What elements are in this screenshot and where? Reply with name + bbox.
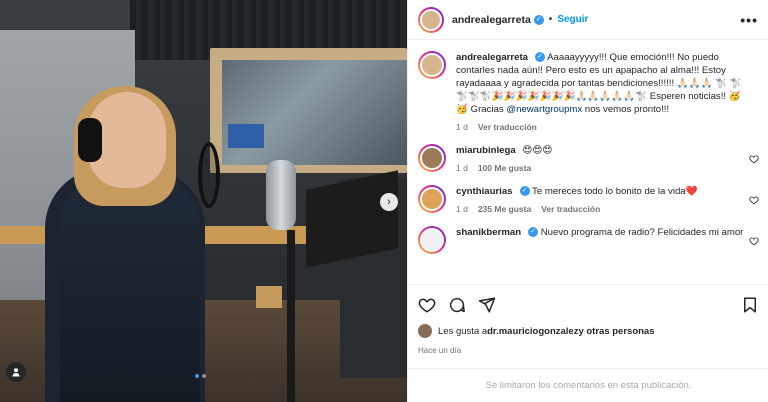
share-send-icon[interactable] [478, 296, 496, 314]
likes-others-link[interactable]: y otras personas [578, 326, 654, 337]
likes-user-link[interactable]: dr.mauriciogonzalez [487, 326, 578, 337]
avatar[interactable] [418, 51, 446, 79]
pop-filter [198, 142, 220, 208]
caption-username[interactable]: andrealegarreta [456, 52, 528, 63]
post-timestamp[interactable]: Hace un día [418, 346, 461, 355]
comment-bubble-icon[interactable] [448, 296, 466, 314]
studio-window-glass [222, 60, 407, 165]
carousel-dots [195, 374, 206, 378]
avatar[interactable] [418, 226, 446, 254]
comment-likes[interactable]: 235 Me gusta [478, 204, 531, 214]
studio-sign [228, 124, 264, 148]
caption-time: 1 d [456, 122, 468, 132]
amplifier [256, 286, 282, 308]
comment-username[interactable]: shanikberman [456, 227, 521, 238]
avatar[interactable] [418, 185, 446, 213]
translate-link[interactable]: Ver traducción [541, 204, 600, 214]
comment-text: Nuevo programa de radio? Felicidades mi … [540, 227, 744, 238]
caption: andrealegarreta ✓ Aaaaayyyyy!!! Que emoci… [418, 51, 759, 132]
comment-item: shanikberman ✓ Nuevo programa de radio? F… [418, 226, 759, 254]
tagged-users-button[interactable] [6, 362, 26, 382]
caption-meta: 1 d Ver traducción [456, 122, 746, 132]
caption-text-end: nos vemos pronto!!! [582, 104, 670, 115]
comment-time: 1 d [456, 204, 468, 214]
person-icon [12, 368, 20, 377]
post-author-username[interactable]: andrealegarreta [452, 14, 531, 26]
heart-outline-icon[interactable] [749, 154, 759, 164]
verified-badge-icon: ✓ [533, 14, 544, 25]
comment-item: miarubinlega 😍😍😍 1 d 100 Me gusta [418, 144, 759, 173]
follow-button[interactable]: Seguir [557, 14, 588, 25]
comment-text: Te mereces todo lo bonito de la vida❤️ [532, 186, 698, 197]
verified-badge-icon: ✓ [528, 227, 539, 238]
mention-link[interactable]: @newartgroupmx [506, 104, 582, 115]
separator-dot: • [548, 14, 553, 25]
verified-badge-icon: ✓ [535, 52, 545, 63]
more-options-icon[interactable]: ••• [740, 12, 758, 28]
headphones [78, 118, 102, 162]
avatar[interactable] [418, 6, 444, 33]
comment-likes[interactable]: 100 Me gusta [478, 163, 531, 173]
like-heart-icon[interactable] [418, 296, 436, 314]
comment-username[interactable]: miarubinlega [456, 145, 516, 156]
translate-link[interactable]: Ver traducción [478, 122, 537, 132]
likes-summary: Les gusta a dr.mauriciogonzalez y otras … [418, 324, 655, 338]
mic-stand [287, 230, 295, 402]
likes-prefix: Les gusta a [438, 325, 488, 337]
comment-meta: 1 d 100 Me gusta [456, 163, 746, 173]
comment-meta: 1 d 235 Me gusta Ver traducción [456, 204, 746, 214]
verified-badge-icon: ✓ [519, 186, 530, 197]
comment-username[interactable]: cynthiaurias [456, 186, 513, 197]
comments-list[interactable]: andrealegarreta ✓ Aaaaayyyyy!!! Que emoci… [408, 41, 768, 283]
avatar[interactable] [418, 324, 432, 338]
post-header: andrealegarreta ✓ • Seguir ••• [408, 0, 768, 40]
comment-item: cynthiaurias ✓ Te mereces todo lo bonito … [418, 185, 759, 214]
chevron-right-icon: › [387, 196, 391, 208]
carousel-dot [202, 374, 206, 378]
avatar[interactable] [418, 144, 446, 172]
carousel-dot-active [195, 374, 199, 378]
action-bar [408, 284, 768, 324]
studio-microphone [266, 160, 296, 230]
post-photo[interactable]: › [0, 0, 407, 402]
post-panel: andrealegarreta ✓ • Seguir ••• andrealeg… [407, 0, 768, 402]
comment-time: 1 d [456, 163, 468, 173]
heart-outline-icon[interactable] [749, 195, 759, 205]
person-vest [60, 175, 200, 402]
comment-text: 😍😍😍 [522, 145, 553, 156]
heart-outline-icon[interactable] [749, 236, 759, 246]
comments-limited-notice: Se limitaron los comentarios en esta pub… [408, 368, 768, 402]
bookmark-icon[interactable] [741, 296, 759, 314]
carousel-next-button[interactable]: › [380, 193, 398, 211]
